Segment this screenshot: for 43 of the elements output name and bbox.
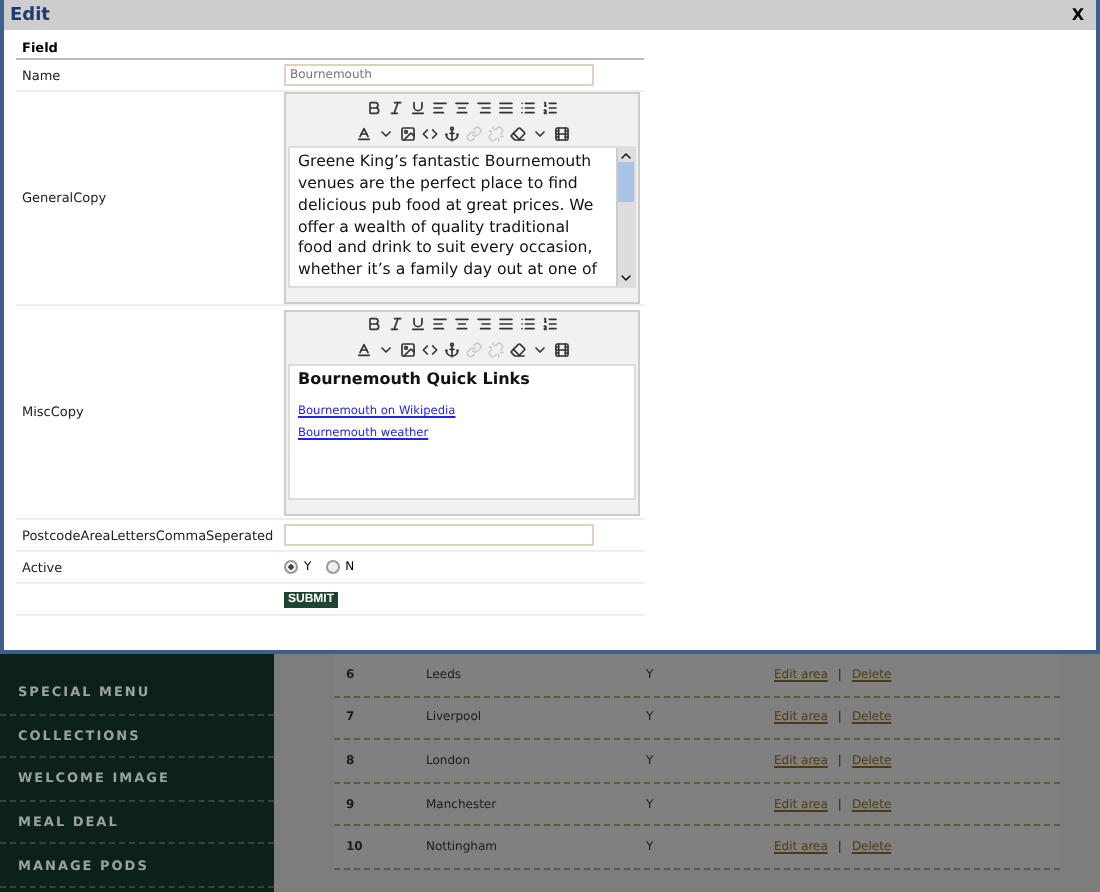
bullet-list-icon[interactable] — [520, 99, 536, 116]
image-icon[interactable] — [399, 342, 415, 358]
align-center-icon[interactable] — [454, 316, 470, 332]
italic-icon[interactable] — [388, 316, 404, 332]
align-center-icon[interactable] — [454, 99, 470, 116]
underline-icon[interactable] — [410, 316, 426, 332]
eraser-icon[interactable] — [509, 342, 525, 358]
numbered-list-icon[interactable] — [542, 316, 558, 332]
caret-icon[interactable] — [531, 125, 547, 142]
bold-icon[interactable] — [366, 99, 382, 116]
align-justify-icon[interactable] — [498, 316, 514, 332]
text-field[interactable] — [284, 524, 594, 546]
image-icon[interactable] — [399, 125, 415, 142]
align-left-icon[interactable] — [432, 316, 448, 332]
editor-content[interactable] — [288, 146, 636, 288]
scrollbar[interactable] — [616, 148, 634, 286]
code-icon[interactable] — [421, 342, 437, 358]
underline-icon[interactable] — [410, 99, 426, 116]
editor-heading: Bournemouth Quick Links — [298, 369, 532, 391]
bold-icon[interactable] — [366, 316, 382, 332]
eraser-icon[interactable] — [509, 125, 525, 142]
film-icon[interactable] — [553, 342, 569, 358]
caret-icon[interactable] — [531, 342, 547, 358]
font-color-icon[interactable] — [355, 342, 371, 358]
close-button[interactable]: X — [1071, 6, 1084, 24]
caret-icon[interactable] — [377, 342, 393, 358]
dialog-title: Edit — [10, 5, 50, 25]
align-left-icon[interactable] — [432, 99, 448, 116]
italic-icon[interactable] — [388, 99, 404, 116]
anchor-icon[interactable] — [443, 125, 459, 142]
align-right-icon[interactable] — [476, 99, 492, 116]
rich-text-editor[interactable] — [284, 92, 640, 304]
film-icon[interactable] — [553, 125, 569, 142]
font-color-icon[interactable] — [355, 125, 371, 142]
anchor-icon[interactable] — [443, 342, 459, 358]
code-icon[interactable] — [421, 125, 437, 142]
bullet-list-icon[interactable] — [520, 316, 536, 332]
radio-button[interactable] — [284, 560, 298, 574]
align-justify-icon[interactable] — [498, 99, 514, 116]
radio-button[interactable] — [325, 560, 340, 574]
caret-icon[interactable] — [377, 125, 393, 142]
numbered-list-icon[interactable] — [542, 99, 558, 116]
align-right-icon[interactable] — [476, 316, 492, 332]
